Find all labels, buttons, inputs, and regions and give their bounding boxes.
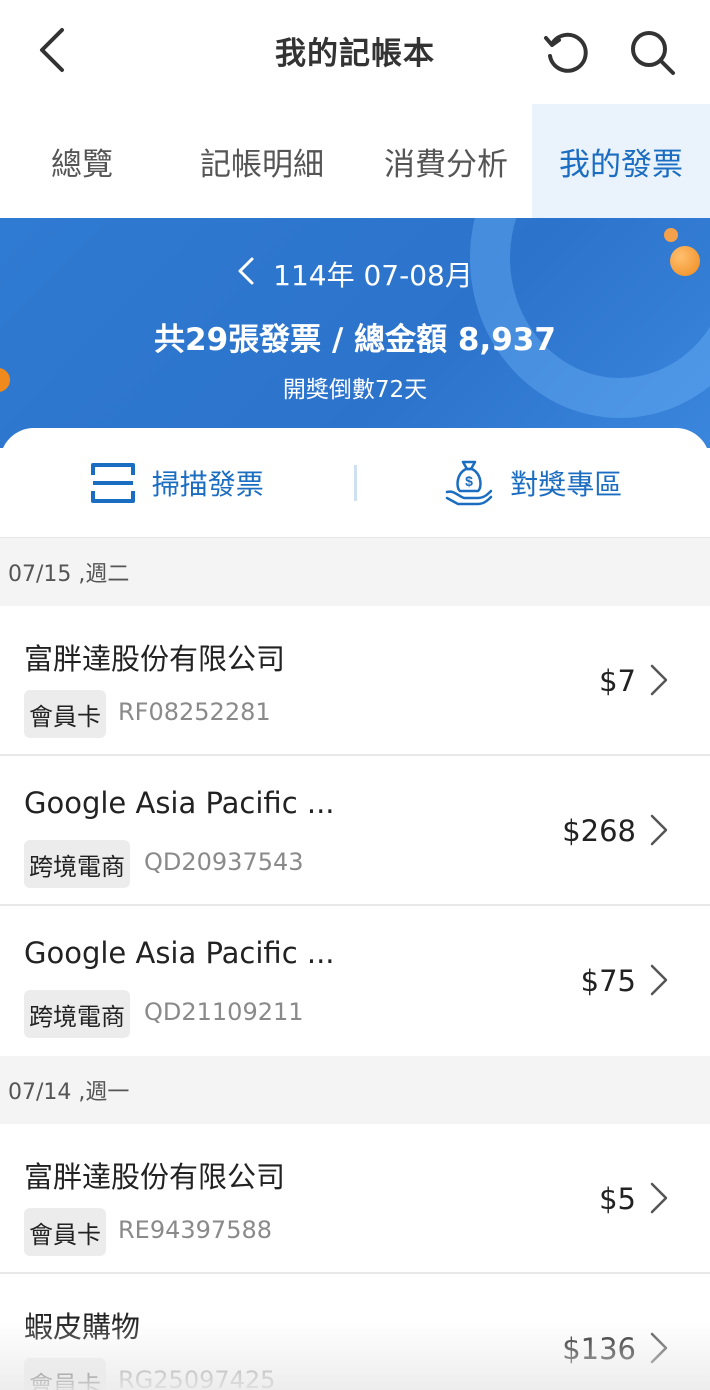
chevron-right-icon (650, 1332, 668, 1364)
scan-invoice-button[interactable]: 掃描發票 (0, 428, 354, 538)
carrier-tag: 跨境電商 (24, 840, 130, 888)
draw-countdown: 開獎倒數72天 (282, 377, 428, 403)
carrier-tag: 會員卡 (24, 690, 106, 738)
merchant-name: Google Asia Pacific ... (24, 936, 335, 970)
invoice-amount: $136 (562, 1332, 636, 1366)
invoice-number: RG25097425 (118, 1366, 276, 1390)
search-icon (631, 31, 675, 75)
refresh-icon (544, 32, 588, 73)
chevron-right-icon (650, 664, 668, 696)
money-bag-hand-icon: $ (445, 460, 493, 505)
svg-text:$: $ (465, 473, 473, 489)
top-bar: 我的記帳本 (0, 0, 710, 104)
tab-bar: 總覽 記帳明細 消費分析 我的發票 (0, 104, 710, 218)
period-selector: 114年 07-08月 (0, 254, 710, 294)
tab-ledger-details[interactable]: 記帳明細 (164, 104, 360, 218)
carrier-tag: 會員卡 (24, 1208, 106, 1256)
invoice-amount: $268 (562, 814, 636, 848)
prize-check-label: 對獎專區 (510, 467, 623, 501)
tab-my-invoices[interactable]: 我的發票 (532, 104, 710, 218)
prize-check-button[interactable]: $ 對獎專區 (357, 428, 710, 538)
invoice-summary-banner: 114年 07-08月 共29張發票 / 總金額 8,937 開獎倒數72天 (0, 218, 710, 448)
scan-invoice-label: 掃描發票 (151, 467, 264, 501)
tab-overview[interactable]: 總覽 (0, 104, 164, 218)
invoice-amount: $7 (599, 664, 636, 698)
merchant-name: 蝦皮購物 (24, 1310, 141, 1344)
invoice-row[interactable]: Google Asia Pacific ... 跨境電商 QD21109211 … (0, 906, 710, 1056)
chevron-right-icon (650, 1182, 668, 1214)
tab-spending-analysis[interactable]: 消費分析 (360, 104, 532, 218)
previous-period-button[interactable] (237, 256, 255, 293)
action-bar: 掃描發票 $ 對獎專區 (0, 428, 710, 538)
invoice-number: QD21109211 (144, 998, 304, 1026)
carrier-tag: 跨境電商 (24, 990, 130, 1038)
invoice-list: 07/15 ,週二 富胖達股份有限公司 會員卡 RF08252281 $7 Go… (0, 538, 710, 1390)
invoice-number: QD20937543 (144, 848, 304, 876)
merchant-name: 富胖達股份有限公司 (24, 1160, 286, 1194)
invoice-amount: $75 (580, 964, 636, 998)
date-group-header: 07/15 ,週二 (0, 538, 710, 606)
chevron-right-icon (650, 814, 668, 846)
period-label: 114年 07-08月 (273, 259, 473, 292)
page-title: 我的記帳本 (275, 36, 435, 72)
invoice-amount: $5 (599, 1182, 636, 1216)
date-group-header: 07/14 ,週一 (0, 1056, 710, 1124)
invoice-row[interactable]: 富胖達股份有限公司 會員卡 RF08252281 $7 (0, 606, 710, 756)
merchant-name: Google Asia Pacific ... (24, 786, 335, 820)
chevron-right-icon (650, 964, 668, 996)
invoice-row[interactable]: 蝦皮購物 會員卡 RG25097425 $136 (0, 1274, 710, 1390)
invoice-row[interactable]: 富胖達股份有限公司 會員卡 RE94397588 $5 (0, 1124, 710, 1274)
scan-icon (90, 462, 135, 503)
invoice-row[interactable]: Google Asia Pacific ... 跨境電商 QD20937543 … (0, 756, 710, 906)
merchant-name: 富胖達股份有限公司 (24, 642, 286, 676)
invoice-number: RF08252281 (118, 698, 271, 726)
invoice-total-summary: 共29張發票 / 總金額 8,937 (154, 322, 556, 358)
decorative-dot (664, 228, 678, 242)
chevron-left-icon (238, 257, 254, 284)
refresh-button[interactable] (540, 26, 592, 78)
invoice-number: RE94397588 (118, 1216, 272, 1244)
search-button[interactable] (626, 26, 678, 78)
carrier-tag: 會員卡 (24, 1358, 106, 1390)
